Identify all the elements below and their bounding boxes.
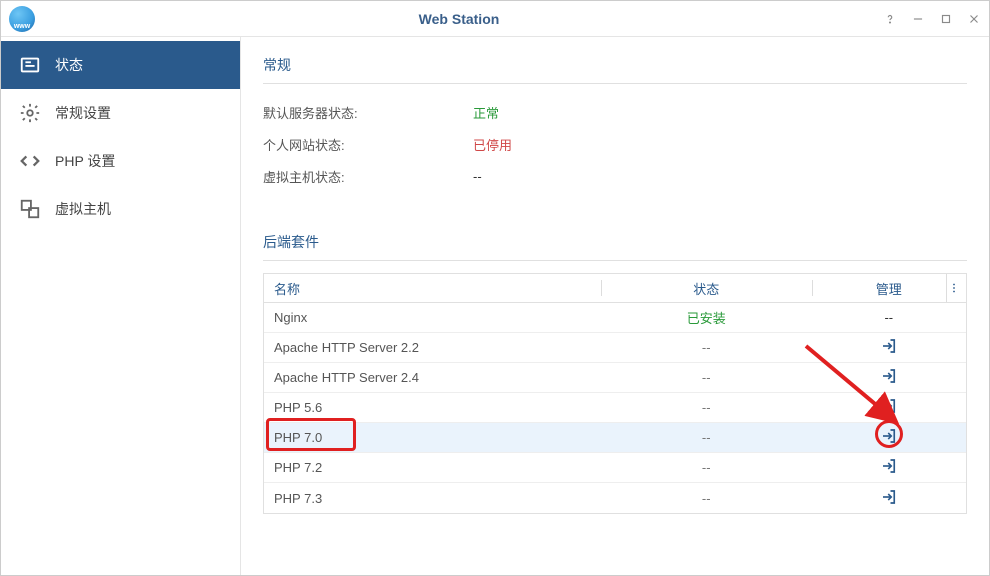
cell-name: Nginx xyxy=(264,310,601,325)
status-icon xyxy=(19,54,41,76)
install-icon[interactable] xyxy=(880,457,898,475)
cell-manage xyxy=(812,397,966,418)
install-icon[interactable] xyxy=(880,367,898,385)
table-body: Nginx已安装--Apache HTTP Server 2.2--Apache… xyxy=(264,303,966,513)
status-row-personal-site: 个人网站状态: 已停用 xyxy=(263,128,967,160)
code-icon xyxy=(19,150,41,172)
gear-icon xyxy=(19,102,41,124)
minimize-button[interactable] xyxy=(911,12,925,26)
install-icon[interactable] xyxy=(880,337,898,355)
main-panel: 常规 默认服务器状态: 正常 个人网站状态: 已停用 虚拟主机状态: -- 后端… xyxy=(241,37,989,575)
cell-status: 已安装 xyxy=(601,308,812,327)
cell-name: PHP 7.3 xyxy=(264,491,601,506)
install-icon[interactable] xyxy=(880,427,898,445)
cell-manage xyxy=(812,488,966,509)
section-title-backend: 后端套件 xyxy=(263,232,967,261)
table-row[interactable]: Apache HTTP Server 2.4-- xyxy=(264,363,966,393)
th-manage[interactable]: 管理 xyxy=(812,279,966,298)
cell-manage xyxy=(812,457,966,478)
cell-manage xyxy=(812,427,966,448)
sidebar-item-status[interactable]: 状态 xyxy=(1,41,240,89)
window-root: Web Station 状态 xyxy=(0,0,990,576)
close-button[interactable] xyxy=(967,12,981,26)
table-row[interactable]: PHP 7.3-- xyxy=(264,483,966,513)
install-icon[interactable] xyxy=(880,397,898,415)
status-row-virtual-host: 虚拟主机状态: -- xyxy=(263,160,967,192)
cell-name: PHP 7.2 xyxy=(264,460,601,475)
cell-manage xyxy=(812,337,966,358)
cell-name: Apache HTTP Server 2.2 xyxy=(264,340,601,355)
cell-status: -- xyxy=(601,400,812,415)
cell-name: PHP 5.6 xyxy=(264,400,601,415)
sidebar-item-label: PHP 设置 xyxy=(55,151,115,171)
status-row-default-server: 默认服务器状态: 正常 xyxy=(263,96,967,128)
sidebar: 状态 常规设置 PHP 设置 虚拟主机 xyxy=(1,37,241,575)
cell-manage xyxy=(812,367,966,388)
table-row[interactable]: PHP 7.0-- xyxy=(264,423,966,453)
status-label: 个人网站状态: xyxy=(263,135,473,154)
cell-name: Apache HTTP Server 2.4 xyxy=(264,370,601,385)
help-button[interactable] xyxy=(883,12,897,26)
section-title-general: 常规 xyxy=(263,55,967,84)
status-label: 默认服务器状态: xyxy=(263,103,473,122)
table-row[interactable]: PHP 5.6-- xyxy=(264,393,966,423)
table-header: 名称 状态 管理 xyxy=(264,273,966,303)
th-status[interactable]: 状态 xyxy=(601,279,812,298)
window-controls xyxy=(883,12,981,26)
table-row[interactable]: Apache HTTP Server 2.2-- xyxy=(264,333,966,363)
sidebar-item-label: 虚拟主机 xyxy=(55,199,111,219)
sidebar-item-label: 状态 xyxy=(55,55,83,75)
app-icon xyxy=(9,6,35,32)
status-value: 已停用 xyxy=(473,135,512,154)
backend-table: 名称 状态 管理 Nginx已安装--Apache HTTP Server 2.… xyxy=(263,273,967,514)
table-row[interactable]: PHP 7.2-- xyxy=(264,453,966,483)
sidebar-item-virtual-host[interactable]: 虚拟主机 xyxy=(1,185,240,233)
cell-status: -- xyxy=(601,340,812,355)
sidebar-item-general-settings[interactable]: 常规设置 xyxy=(1,89,240,137)
cell-status: -- xyxy=(601,370,812,385)
table-row[interactable]: Nginx已安装-- xyxy=(264,303,966,333)
vhost-icon xyxy=(19,198,41,220)
th-more-button[interactable] xyxy=(946,274,960,302)
maximize-button[interactable] xyxy=(939,12,953,26)
th-name[interactable]: 名称 xyxy=(264,279,601,298)
window-title: Web Station xyxy=(35,11,883,27)
install-icon[interactable] xyxy=(880,488,898,506)
cell-status: -- xyxy=(601,430,812,445)
cell-status: -- xyxy=(601,460,812,475)
status-value: -- xyxy=(473,169,482,184)
th-separator xyxy=(601,280,602,296)
status-value: 正常 xyxy=(473,103,499,122)
titlebar: Web Station xyxy=(1,1,989,37)
status-label: 虚拟主机状态: xyxy=(263,167,473,186)
cell-status: -- xyxy=(601,491,812,506)
cell-manage: -- xyxy=(812,310,966,325)
cell-name: PHP 7.0 xyxy=(264,430,601,445)
th-separator xyxy=(812,280,813,296)
sidebar-item-php-settings[interactable]: PHP 设置 xyxy=(1,137,240,185)
sidebar-item-label: 常规设置 xyxy=(55,103,111,123)
general-status-rows: 默认服务器状态: 正常 个人网站状态: 已停用 虚拟主机状态: -- xyxy=(263,96,967,192)
body: 状态 常规设置 PHP 设置 虚拟主机 常规 xyxy=(1,37,989,575)
